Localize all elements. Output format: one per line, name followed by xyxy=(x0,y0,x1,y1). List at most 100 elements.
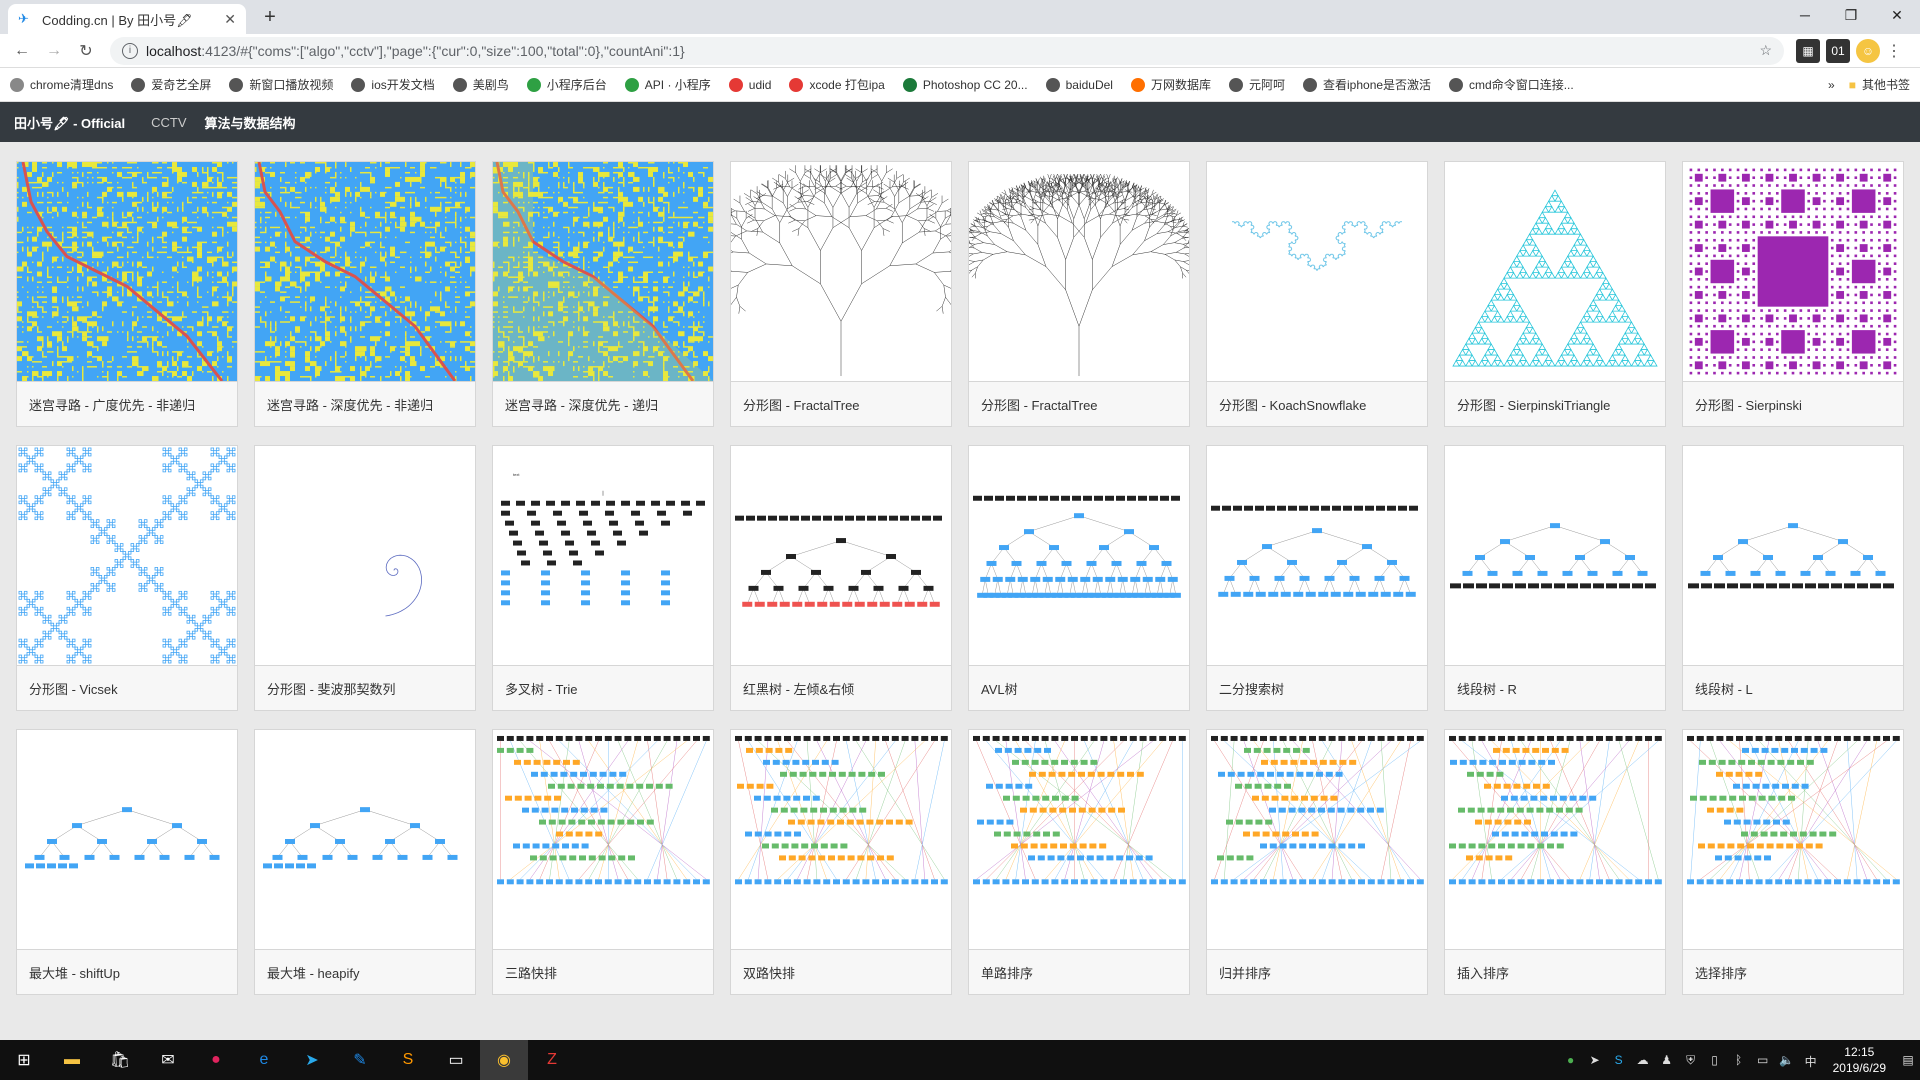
bookmark-item[interactable]: baiduDel xyxy=(1045,77,1113,92)
demo-card-title[interactable]: 分形图 - 斐波那契数列 xyxy=(255,666,475,710)
demo-thumbnail[interactable] xyxy=(1683,730,1903,950)
demo-card-title[interactable]: 分形图 - Vicsek xyxy=(17,666,237,710)
demo-thumbnail[interactable] xyxy=(1683,446,1903,666)
skype-icon[interactable]: S xyxy=(1610,1053,1628,1067)
demo-thumbnail[interactable] xyxy=(493,162,713,382)
demo-card[interactable]: 分形图 - Sierpinski xyxy=(1682,161,1904,427)
demo-thumbnail[interactable] xyxy=(17,446,237,666)
chrome-icon[interactable]: ◉ xyxy=(480,1040,528,1080)
demo-card[interactable]: 迷宫寻路 - 深度优先 - 非递归 xyxy=(254,161,476,427)
filezilla-icon[interactable]: Z xyxy=(528,1040,576,1080)
demo-card-title[interactable]: 迷宫寻路 - 深度优先 - 递归 xyxy=(493,382,713,426)
bookmark-item[interactable]: 小程序后台 xyxy=(526,76,607,93)
bookmark-item[interactable]: API · 小程序 xyxy=(624,76,711,93)
reload-icon[interactable]: ↻ xyxy=(72,37,100,65)
volume-icon[interactable]: 🔈 xyxy=(1778,1053,1796,1067)
demo-card-title[interactable]: 分形图 - KoachSnowflake xyxy=(1207,382,1427,426)
demo-card-title[interactable]: 三路快排 xyxy=(493,950,713,994)
demo-card[interactable]: 插入排序 xyxy=(1444,729,1666,995)
nav-link-cctv[interactable]: CCTV xyxy=(151,115,186,130)
bookmark-item[interactable]: 美剧鸟 xyxy=(452,76,509,93)
demo-card[interactable]: 分形图 - KoachSnowflake xyxy=(1206,161,1428,427)
file-explorer-icon[interactable]: ▬ xyxy=(48,1040,96,1080)
clock[interactable]: 12:15 2019/6/29 xyxy=(1833,1044,1886,1076)
demo-card[interactable]: 归并排序 xyxy=(1206,729,1428,995)
start-icon[interactable]: ⊞ xyxy=(0,1040,48,1080)
overflow-chevron-icon[interactable]: » xyxy=(1828,78,1835,92)
demo-card[interactable]: 三路快排 xyxy=(492,729,714,995)
cloud-icon[interactable]: ☁ xyxy=(1634,1053,1652,1067)
demo-card-title[interactable]: 迷宫寻路 - 广度优先 - 非递归 xyxy=(17,382,237,426)
demo-card[interactable]: AVL树 xyxy=(968,445,1190,711)
restore-icon[interactable]: ❐ xyxy=(1828,0,1874,30)
demo-card[interactable]: 最大堆 - heapify xyxy=(254,729,476,995)
back-icon[interactable]: ← xyxy=(8,37,36,65)
demo-card[interactable]: 最大堆 - shiftUp xyxy=(16,729,238,995)
demo-card-title[interactable]: 最大堆 - heapify xyxy=(255,950,475,994)
demo-card[interactable]: 双路快排 xyxy=(730,729,952,995)
address-bar[interactable]: i localhost:4123/#{"coms":["algo","cctv"… xyxy=(110,36,1784,65)
demo-card-title[interactable]: 插入排序 xyxy=(1445,950,1665,994)
edge-icon[interactable]: e xyxy=(240,1040,288,1080)
demo-card-title[interactable]: 红黑树 - 左倾&右倾 xyxy=(731,666,951,710)
xcode-icon[interactable]: ✎ xyxy=(336,1040,384,1080)
demo-thumbnail[interactable] xyxy=(731,162,951,382)
terminal-icon[interactable]: ▭ xyxy=(432,1040,480,1080)
demo-card[interactable]: 红黑树 - 左倾&右倾 xyxy=(730,445,952,711)
demo-thumbnail[interactable] xyxy=(1207,730,1427,950)
network-icon[interactable]: ▭ xyxy=(1754,1053,1772,1067)
demo-card-title[interactable]: 最大堆 - shiftUp xyxy=(17,950,237,994)
demo-card-title[interactable]: 分形图 - FractalTree xyxy=(731,382,951,426)
demo-card[interactable]: 分形图 - FractalTree xyxy=(968,161,1190,427)
demo-card[interactable]: 分形图 - 斐波那契数列 xyxy=(254,445,476,711)
demo-card-title[interactable]: 多叉树 - Trie xyxy=(493,666,713,710)
demo-thumbnail[interactable] xyxy=(969,730,1189,950)
demo-card-title[interactable]: 线段树 - R xyxy=(1445,666,1665,710)
demo-card-title[interactable]: 归并排序 xyxy=(1207,950,1427,994)
qq-icon[interactable]: ♟ xyxy=(1658,1053,1676,1067)
demo-card[interactable]: 线段树 - L xyxy=(1682,445,1904,711)
bookmark-item[interactable]: xcode 打包ipa xyxy=(789,76,885,93)
demo-card[interactable]: 线段树 - R xyxy=(1444,445,1666,711)
bookmark-item[interactable]: Photoshop CC 20... xyxy=(902,77,1028,92)
demo-thumbnail[interactable] xyxy=(1207,446,1427,666)
demo-card-title[interactable]: 选择排序 xyxy=(1683,950,1903,994)
notification-icon[interactable]: ▤ xyxy=(1899,1053,1917,1067)
telegram-tray-icon[interactable]: ➤ xyxy=(1586,1053,1604,1067)
demo-thumbnail[interactable] xyxy=(255,446,475,666)
close-window-icon[interactable]: ✕ xyxy=(1874,0,1920,30)
demo-card[interactable]: 选择排序 xyxy=(1682,729,1904,995)
demo-thumbnail[interactable] xyxy=(255,162,475,382)
profile-avatar[interactable]: ☺ xyxy=(1856,38,1880,63)
bookmark-item[interactable]: chrome清理dns xyxy=(10,76,113,93)
demo-thumbnail[interactable] xyxy=(1207,162,1427,382)
demo-thumbnail[interactable] xyxy=(493,730,713,950)
close-tab-icon[interactable]: ✕ xyxy=(224,11,236,28)
wechat-icon[interactable]: ● xyxy=(1562,1053,1580,1067)
minimize-icon[interactable]: ─ xyxy=(1782,0,1828,30)
demo-card-title[interactable]: 迷宫寻路 - 深度优先 - 非递归 xyxy=(255,382,475,426)
demo-thumbnail[interactable]: text xyxy=(493,446,713,666)
demo-card[interactable]: 迷宫寻路 - 深度优先 - 递归 xyxy=(492,161,714,427)
demo-card[interactable]: text 多叉树 - Trie xyxy=(492,445,714,711)
demo-card-title[interactable]: 分形图 - SierpinskiTriangle xyxy=(1445,382,1665,426)
bookmark-item[interactable]: 爱奇艺全屏 xyxy=(131,76,211,93)
bookmark-item[interactable]: 新窗口播放视频 xyxy=(229,76,333,93)
binary-extension-icon[interactable]: 01 xyxy=(1826,38,1850,63)
demo-card[interactable]: 二分搜索树 xyxy=(1206,445,1428,711)
bookmark-item[interactable]: udid xyxy=(728,77,771,92)
demo-thumbnail[interactable] xyxy=(731,730,951,950)
demo-card-title[interactable]: 线段树 - L xyxy=(1683,666,1903,710)
demo-thumbnail[interactable] xyxy=(1445,730,1665,950)
demo-thumbnail[interactable] xyxy=(17,730,237,950)
browser-tab[interactable]: ✈ Codding.cn | By 田小号🖋 ✕ xyxy=(8,4,246,34)
demo-card[interactable]: 迷宫寻路 - 广度优先 - 非递归 xyxy=(16,161,238,427)
demo-card-title[interactable]: 单路排序 xyxy=(969,950,1189,994)
new-tab-button[interactable]: + xyxy=(258,6,282,29)
demo-thumbnail[interactable] xyxy=(1445,162,1665,382)
bookmark-item[interactable]: 查看iphone是否激活 xyxy=(1303,76,1431,93)
shield-icon[interactable]: ⛨ xyxy=(1682,1053,1700,1067)
mail-icon[interactable]: ✉ xyxy=(144,1040,192,1080)
battery-icon[interactable]: ▯ xyxy=(1706,1053,1724,1067)
demo-card[interactable]: 分形图 - Vicsek xyxy=(16,445,238,711)
